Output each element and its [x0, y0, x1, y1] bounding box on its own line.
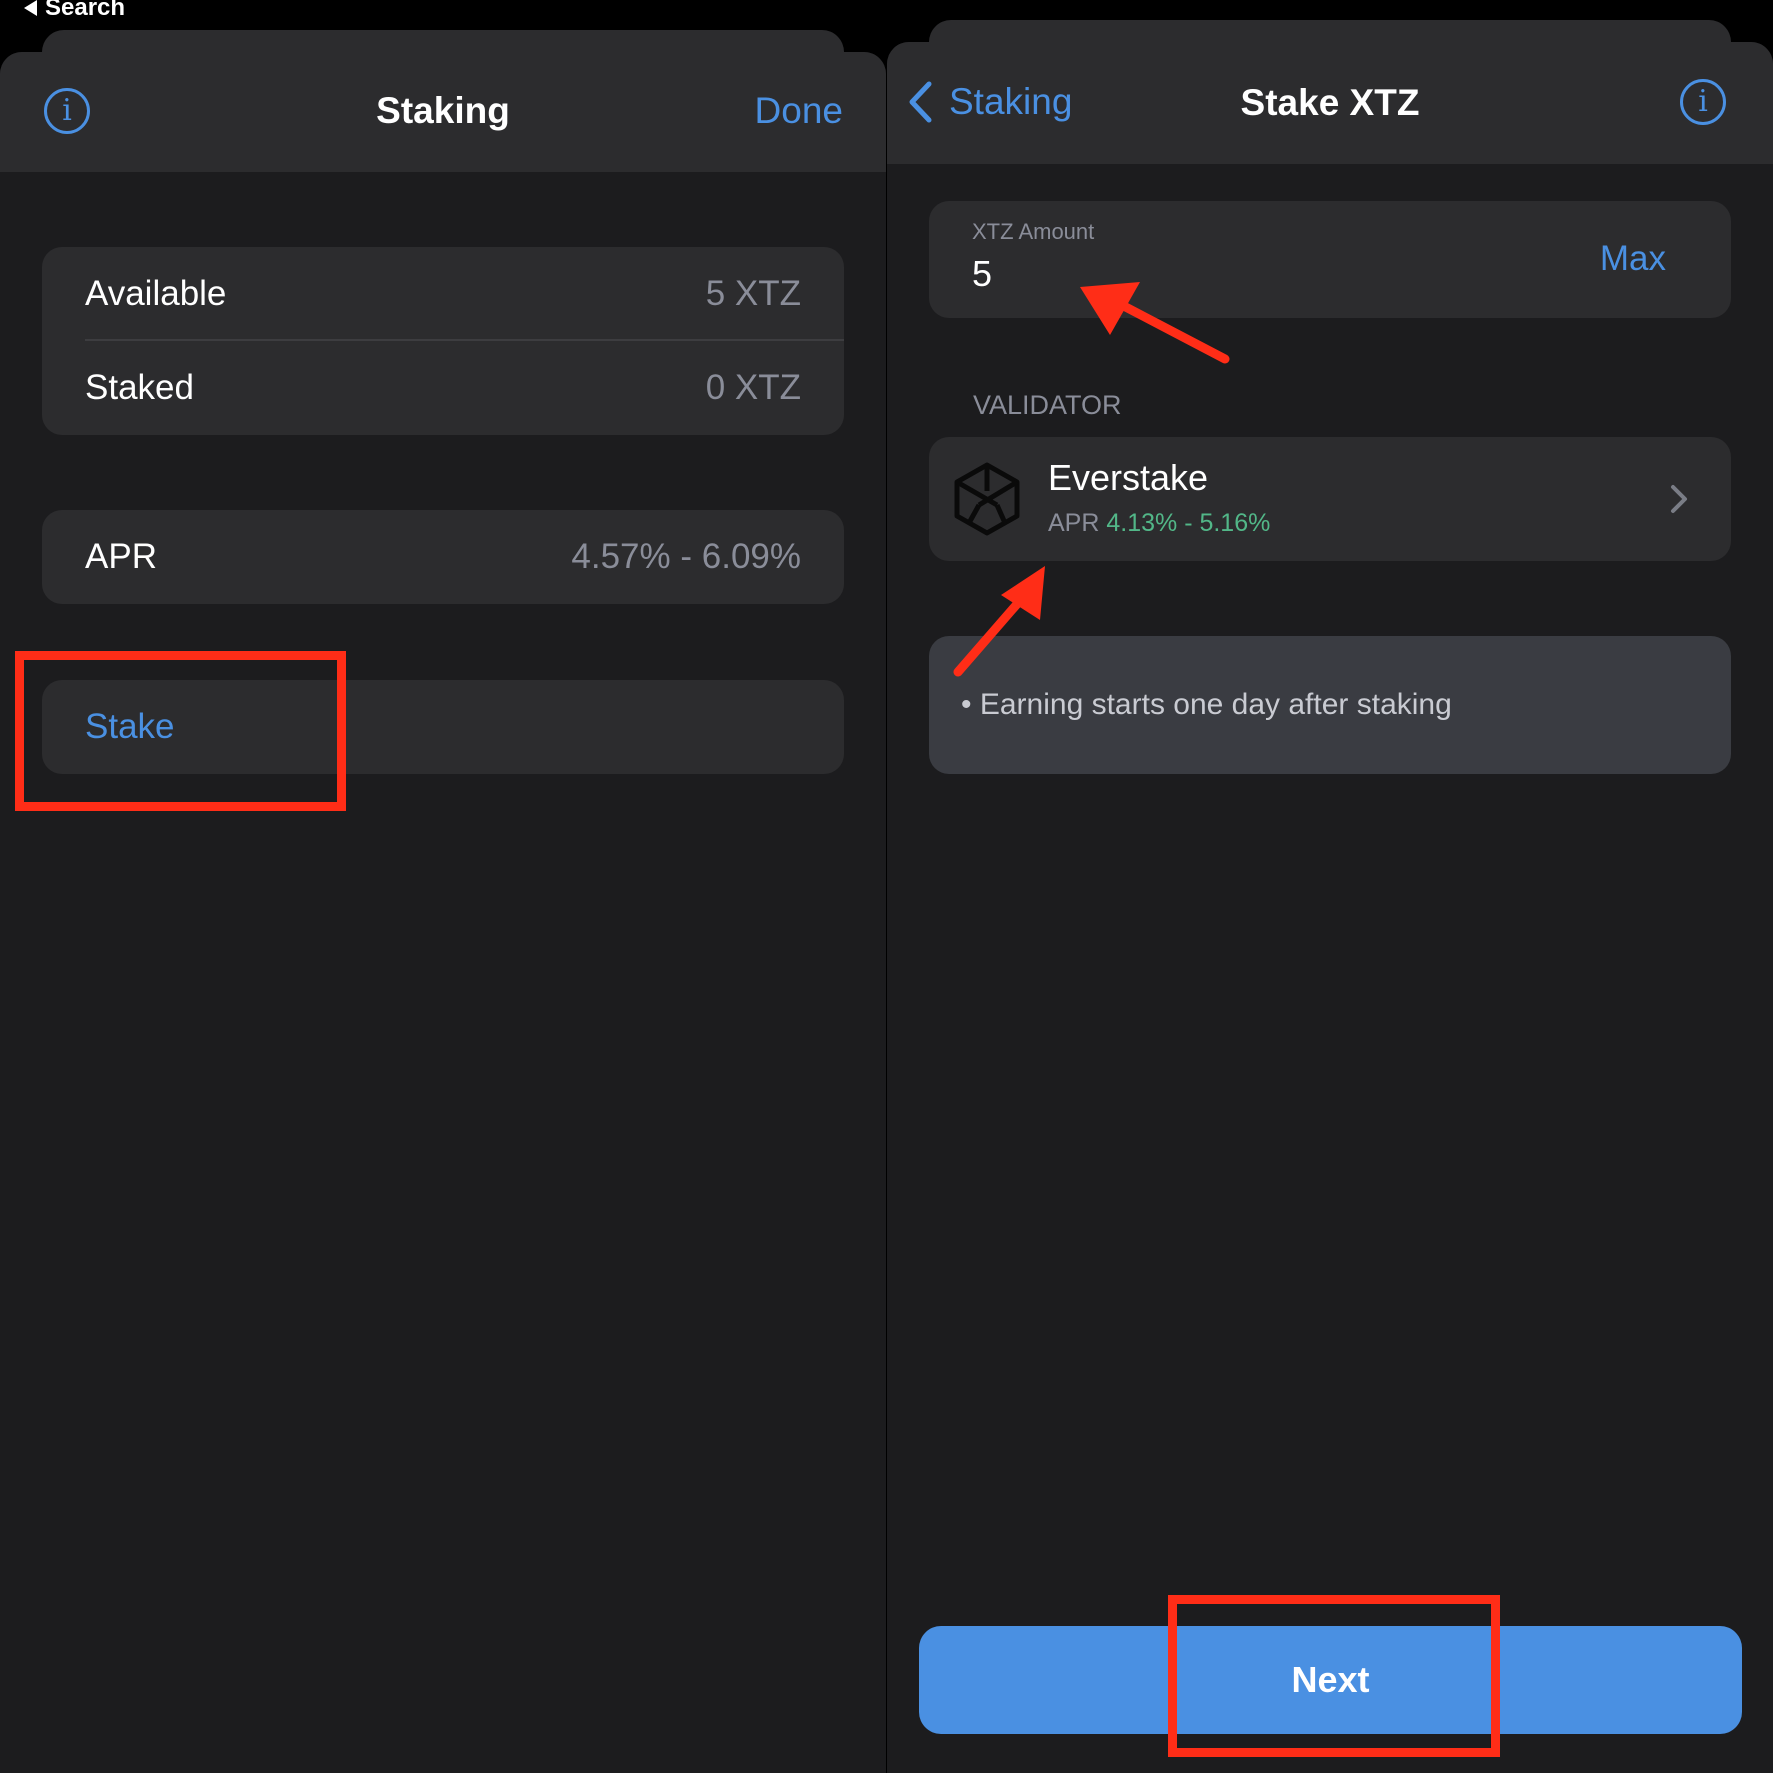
- row-divider: [85, 339, 844, 341]
- notice-bullet: •: [961, 688, 972, 721]
- back-triangle-icon: [24, 0, 37, 16]
- staking-sheet: i Staking Done Available 5 XTZ Staked 0 …: [0, 52, 886, 1773]
- apr-label: APR: [85, 537, 157, 576]
- amount-field[interactable]: XTZ Amount 5 Max: [929, 201, 1731, 318]
- staked-value: 0 XTZ: [705, 368, 801, 407]
- amount-label: XTZ Amount: [972, 219, 1095, 244]
- staking-nav-bar: i Staking Done: [0, 52, 886, 172]
- validator-name: Everstake: [1048, 457, 1209, 498]
- validator-apr-label: APR: [1048, 509, 1100, 537]
- available-label: Available: [85, 274, 227, 313]
- stake-xtz-sheet: Staking Stake XTZ i XTZ Amount 5 Max VAL…: [887, 42, 1773, 1773]
- validator-apr-range: 4.13% - 5.16%: [1106, 509, 1271, 537]
- status-back-link[interactable]: Search: [24, 0, 125, 22]
- earning-notice: • Earning starts one day after staking: [929, 636, 1731, 774]
- page-title: Stake XTZ: [1240, 82, 1420, 123]
- validator-apr: APR 4.13% - 5.16%: [1048, 509, 1270, 538]
- balances-card: Available 5 XTZ Staked 0 XTZ: [42, 247, 844, 435]
- validator-section-label: VALIDATOR: [973, 390, 1122, 420]
- stake-xtz-nav-bar: Staking Stake XTZ i: [887, 42, 1773, 164]
- max-button[interactable]: Max: [1600, 239, 1666, 279]
- notice-text: • Earning starts one day after staking: [961, 688, 1452, 722]
- apr-card: APR 4.57% - 6.09%: [42, 510, 844, 604]
- chevron-right-icon: [1671, 485, 1687, 513]
- stake-highlight-box: [15, 651, 346, 811]
- available-value: 5 XTZ: [705, 274, 801, 313]
- notice-body: Earning starts one day after staking: [979, 688, 1452, 721]
- status-back-label: Search: [45, 0, 126, 21]
- validator-row[interactable]: Everstake APR 4.13% - 5.16%: [929, 437, 1731, 561]
- validator-logo-icon: [954, 462, 1020, 536]
- info-icon[interactable]: i: [1680, 79, 1726, 125]
- apr-value: 4.57% - 6.09%: [571, 537, 801, 576]
- amount-input[interactable]: 5: [972, 253, 992, 295]
- done-button[interactable]: Done: [755, 90, 843, 132]
- staked-label: Staked: [85, 368, 194, 407]
- page-title: Staking: [376, 90, 510, 131]
- next-highlight-box: [1168, 1595, 1500, 1757]
